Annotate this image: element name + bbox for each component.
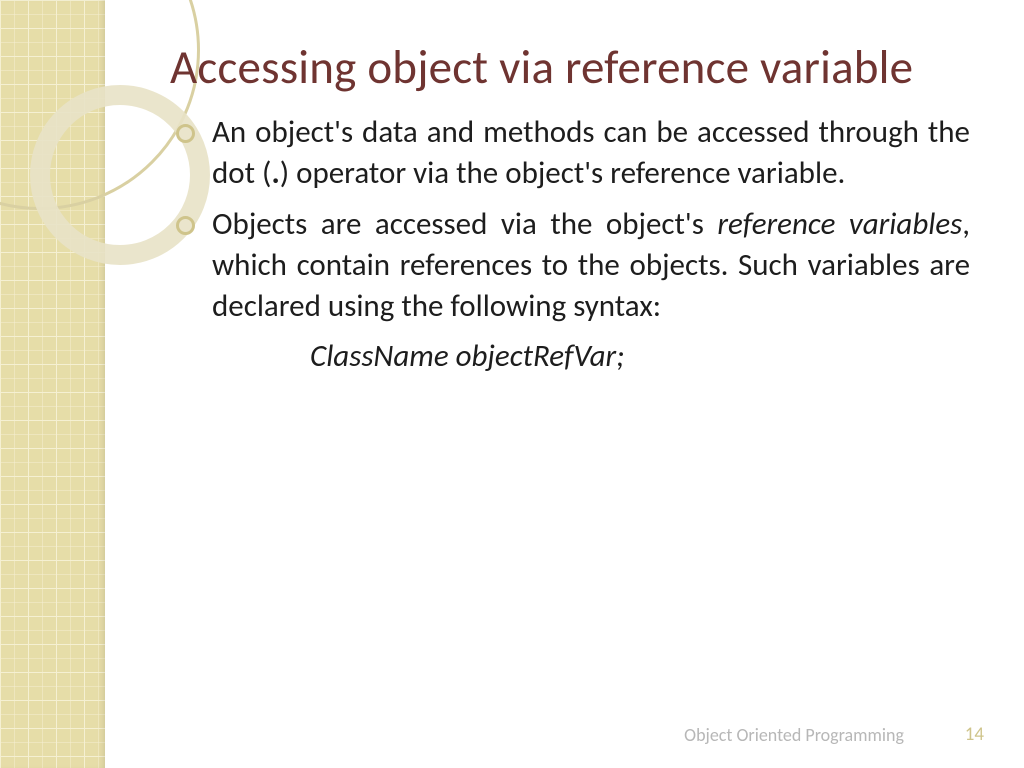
syntax-line: ClassName objectRefVar; [170,337,970,375]
slide-title: Accessing object via reference variable [170,40,970,94]
footer-label: Object Oriented Programming [684,724,904,746]
slide-content: Accessing object via reference variable … [170,40,970,375]
bullet-list: An object's data and methods can be acce… [170,112,970,327]
bullet-item: An object's data and methods can be acce… [170,112,970,194]
bullet-item: Objects are accessed via the object's re… [170,204,970,327]
page-number: 14 [965,723,984,746]
